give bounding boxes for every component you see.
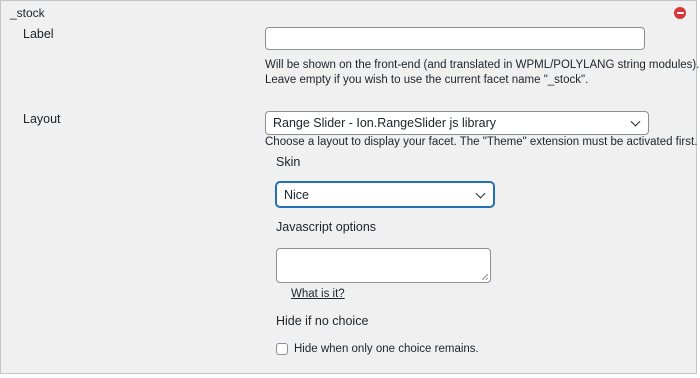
chevron-down-icon (630, 116, 641, 127)
hide-one-choice-checkbox[interactable] (276, 343, 288, 355)
skin-select[interactable]: Nice (276, 182, 494, 207)
label-help-line-1: Will be shown on the front-end (and tran… (265, 59, 700, 71)
chevron-down-icon (475, 188, 486, 199)
facet-name-heading: _stock (10, 6, 45, 20)
layout-help: Choose a layout to display your facet. T… (265, 136, 698, 148)
skin-select-value: Nice (284, 187, 310, 202)
js-options-textarea[interactable] (276, 248, 491, 283)
facet-settings-panel: _stock Label Will be shown on the front-… (0, 0, 700, 374)
what-is-it-link[interactable]: What is it? (291, 288, 345, 300)
layout-select[interactable]: Range Slider - Ion.RangeSlider js librar… (265, 111, 649, 135)
skin-label: Skin (276, 155, 301, 169)
resize-grip-icon[interactable] (482, 274, 488, 280)
label-input[interactable] (265, 27, 645, 50)
label-help-line-2: Leave empty if you wish to use the curre… (265, 74, 589, 86)
label-row-title: Label (23, 27, 54, 41)
hide-if-no-choice-label: Hide if no choice (276, 314, 369, 328)
layout-select-value: Range Slider - Ion.RangeSlider js librar… (273, 116, 497, 130)
js-options-label: Javascript options (276, 220, 377, 234)
hide-one-choice-checkbox-label[interactable]: Hide when only one choice remains. (294, 343, 479, 355)
layout-row-title: Layout (23, 112, 61, 126)
remove-facet-minus-circle-icon[interactable] (674, 7, 686, 19)
